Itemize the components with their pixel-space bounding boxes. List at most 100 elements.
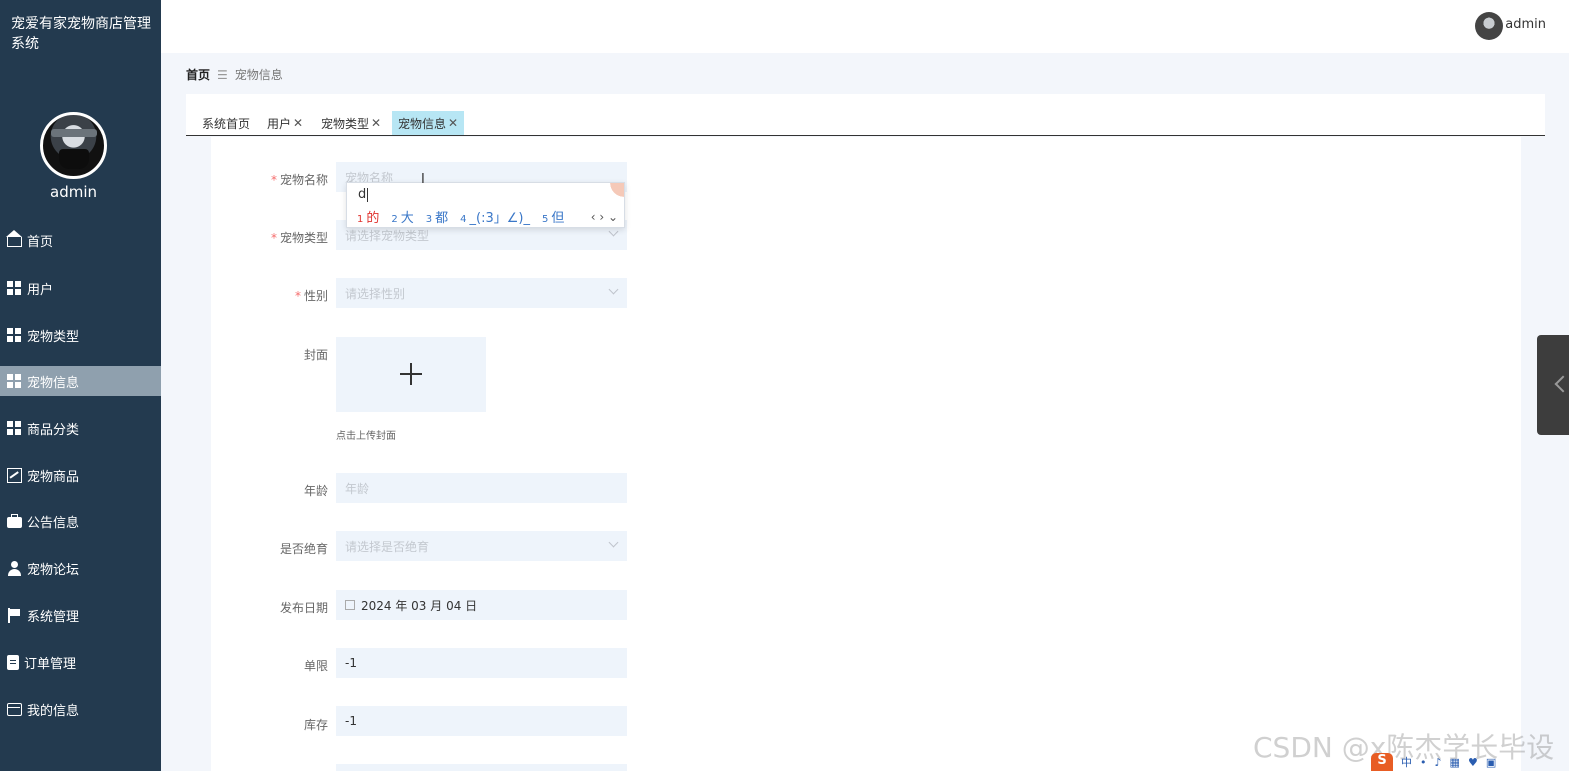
tab-label: 用户 — [267, 116, 292, 131]
ime-page-nav[interactable]: ‹ › ⌄ — [591, 210, 618, 224]
ime-typed-text: d — [358, 187, 367, 202]
required-mark: * — [270, 173, 277, 187]
close-icon[interactable]: ✕ — [371, 116, 381, 130]
tab-users[interactable]: 用户 ✕ — [261, 111, 309, 135]
sterilized-label: 是否绝育 — [279, 542, 328, 556]
ime-toolbar: S 中 • ♪ ▦ ♥ ▣ — [1371, 753, 1504, 771]
chevron-down-icon — [608, 284, 619, 295]
gender-placeholder: 请选择性别 — [345, 286, 406, 301]
tab-home[interactable]: 系统首页 — [196, 111, 256, 135]
required-mark: * — [270, 231, 277, 245]
age-placeholder: 年龄 — [345, 481, 370, 496]
chart-icon — [7, 467, 22, 483]
tab-label: 系统首页 — [202, 116, 251, 131]
clipboard-icon — [7, 654, 19, 670]
publish-date-input[interactable]: 2024 年 03 月 04 日 — [336, 590, 627, 620]
sidebar-item-product-category[interactable]: 商品分类 — [0, 413, 161, 443]
user-avatar[interactable] — [40, 112, 107, 179]
sidebar-item-label: 宠物论坛 — [27, 562, 80, 578]
side-panel-toggle[interactable] — [1537, 335, 1569, 435]
sidebar-item-pet-info[interactable]: 宠物信息 — [0, 366, 161, 396]
ime-candidate[interactable]: 2大 — [391, 207, 413, 226]
punctuation-icon[interactable]: • — [1420, 756, 1427, 769]
ime-caret — [367, 188, 368, 202]
sidebar-item-home[interactable]: 首页 — [0, 225, 161, 255]
sidebar-item-pet-types[interactable]: 宠物类型 — [0, 320, 161, 350]
card-icon — [7, 702, 22, 716]
sogou-logo-icon[interactable]: S — [1371, 753, 1393, 771]
calendar-icon — [345, 600, 355, 610]
close-icon[interactable]: ✕ — [448, 116, 458, 130]
header-user-name[interactable]: admin — [1505, 17, 1546, 32]
ime-candidates: 1的 2大 3都 4 _(:3」∠)_ 5但 — [357, 207, 576, 226]
tab-pet-info[interactable]: 宠物信息 ✕ — [392, 111, 465, 135]
microphone-icon[interactable]: ♪ — [1435, 756, 1442, 769]
stock-input[interactable]: -1 — [336, 706, 627, 736]
sidebar-item-label: 用户 — [27, 282, 54, 298]
sidebar-item-label: 首页 — [27, 234, 54, 250]
sidebar-item-orders[interactable]: 订单管理 — [0, 647, 161, 677]
sidebar-item-users[interactable]: 用户 — [0, 273, 161, 303]
gender-label: * 性别 — [294, 289, 328, 303]
sidebar-item-my-info[interactable]: 我的信息 — [0, 694, 161, 724]
sterilized-select[interactable]: 请选择是否绝育 — [336, 531, 627, 561]
person-icon — [7, 560, 22, 576]
grid-icon — [7, 280, 22, 296]
tab-label: 宠物信息 — [398, 116, 447, 131]
app-title: 宠爱有家宠物商店管理系统 — [11, 16, 151, 52]
sidebar-item-label: 系统管理 — [27, 609, 80, 625]
sidebar-item-announcements[interactable]: 公告信息 — [0, 506, 161, 536]
sidebar-item-label: 商品分类 — [27, 422, 80, 438]
chevron-down-icon — [608, 537, 619, 548]
avatar-headband — [51, 129, 97, 137]
gender-select[interactable]: 请选择性别 — [336, 278, 627, 308]
cover-upload-button[interactable] — [336, 337, 486, 412]
breadcrumb-home[interactable]: 首页 — [186, 66, 210, 83]
age-input[interactable]: 年龄 — [336, 473, 627, 503]
ime-candidate[interactable]: 3都 — [426, 207, 448, 226]
next-input[interactable] — [336, 764, 627, 771]
sidebar-item-label: 公告信息 — [27, 515, 80, 531]
sidebar: 宠爱有家宠物商店管理系统 admin 首页 用户 宠物类型 宠物信息 商品分类 … — [0, 0, 161, 771]
limit-value: -1 — [345, 656, 357, 670]
limit-input[interactable]: -1 — [336, 648, 627, 678]
sidebar-item-system[interactable]: 系统管理 — [0, 600, 161, 630]
breadcrumb-separator-icon: ☰ — [217, 67, 228, 82]
breadcrumb: 首页 ☰ 宠物信息 — [186, 66, 283, 83]
top-header: admin — [161, 0, 1569, 53]
tab-pet-types[interactable]: 宠物类型 ✕ — [315, 111, 387, 135]
grid-icon — [7, 373, 22, 389]
close-icon[interactable]: ✕ — [293, 116, 303, 130]
tabs-bar: 系统首页 用户 ✕ 宠物类型 ✕ 宠物信息 ✕ — [186, 94, 1545, 136]
ime-candidate-popup: d 1的 2大 3都 4 _(:3」∠)_ 5但 ‹ › ⌄ — [346, 182, 625, 228]
pet-type-label: * 宠物类型 — [270, 231, 328, 245]
toolbox-icon[interactable]: ▣ — [1486, 756, 1496, 769]
ime-candidate[interactable]: 4 _(:3」∠)_ — [460, 207, 530, 226]
skin-icon[interactable]: ♥ — [1468, 756, 1478, 769]
ime-language-toggle[interactable]: 中 — [1401, 754, 1412, 770]
sterilized-placeholder: 请选择是否绝育 — [345, 539, 430, 554]
stock-label: 库存 — [303, 718, 328, 732]
pet-name-label: * 宠物名称 — [270, 173, 328, 187]
home-icon — [6, 230, 22, 247]
breadcrumb-current: 宠物信息 — [234, 68, 283, 82]
cover-label: 封面 — [303, 348, 328, 362]
flag-icon — [7, 607, 22, 623]
sidebar-item-label: 宠物信息 — [27, 375, 80, 391]
sidebar-item-pet-products[interactable]: 宠物商品 — [0, 460, 161, 490]
limit-label: 单限 — [303, 659, 328, 673]
text-cursor-icon: I — [421, 172, 425, 187]
age-label: 年龄 — [303, 484, 328, 498]
sidebar-user-name: admin — [50, 183, 97, 201]
sidebar-item-forum[interactable]: 宠物论坛 — [0, 553, 161, 583]
header-avatar[interactable] — [1475, 12, 1503, 40]
publish-date-label: 发布日期 — [279, 601, 328, 615]
keyboard-icon[interactable]: ▦ — [1450, 756, 1460, 769]
grid-icon — [7, 327, 22, 343]
ime-candidate[interactable]: 5但 — [542, 207, 564, 226]
grid-icon — [7, 420, 22, 436]
sidebar-item-label: 宠物商品 — [27, 469, 80, 485]
ime-candidate[interactable]: 1的 — [357, 207, 379, 226]
ime-decoration — [606, 183, 624, 197]
sidebar-item-label: 我的信息 — [27, 703, 80, 719]
